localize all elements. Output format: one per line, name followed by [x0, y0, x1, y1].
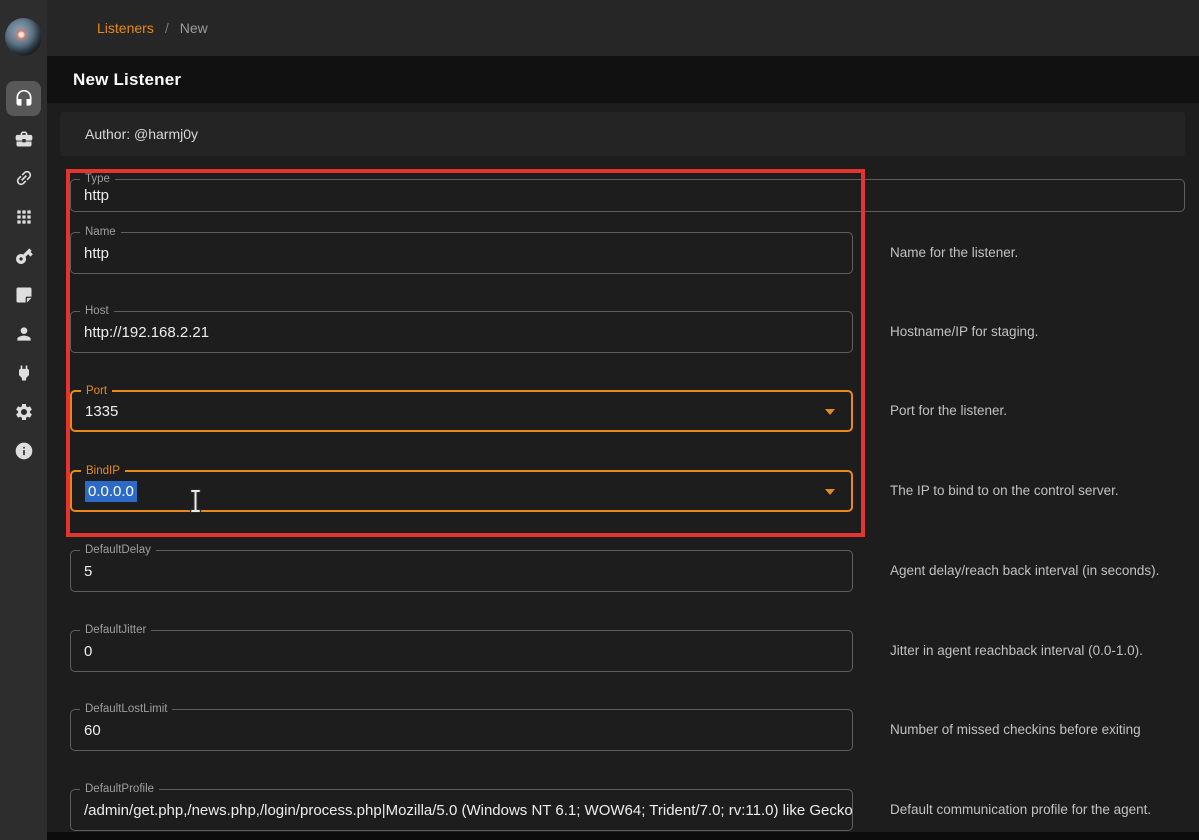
bindip-value: 0.0.0.0 — [85, 472, 137, 510]
info-icon — [14, 441, 34, 461]
breadcrumb: Listeners / New — [97, 0, 208, 56]
headset-icon — [14, 89, 34, 109]
title-band: New Listener — [47, 56, 1199, 103]
sidebar — [0, 0, 47, 840]
gear-icon — [14, 402, 34, 422]
defaultdelay-value: 5 — [84, 551, 92, 591]
breadcrumb-current: New — [180, 20, 208, 36]
name-value: http — [84, 233, 109, 273]
defaultjitter-value: 0 — [84, 631, 92, 671]
briefcase-icon — [14, 129, 34, 149]
app-logo — [5, 18, 42, 56]
sidebar-item-person[interactable] — [0, 317, 47, 351]
defaultdelay-help-text: Agent delay/reach back interval (in seco… — [890, 562, 1190, 580]
sidebar-item-grid[interactable] — [0, 200, 47, 234]
top-bar: Listeners / New — [47, 0, 1199, 56]
next-section-edge — [47, 832, 1199, 840]
author-text: Author: @harmj0y — [85, 126, 198, 142]
bindip-field[interactable]: BindIP 0.0.0.0 — [70, 470, 853, 512]
sidebar-item-listeners[interactable] — [6, 81, 41, 116]
port-value: 1335 — [85, 392, 118, 430]
sidebar-item-link[interactable] — [0, 161, 47, 195]
bindip-selected-text: 0.0.0.0 — [85, 481, 137, 502]
defaultlostlimit-field[interactable]: DefaultLostLimit 60 — [70, 709, 853, 751]
type-field[interactable]: Type http — [70, 179, 1185, 212]
defaultprofile-field[interactable]: DefaultProfile /admin/get.php,/news.php,… — [70, 789, 853, 831]
defaultjitter-help-text: Jitter in agent reachback interval (0.0-… — [890, 642, 1190, 660]
host-help-text: Hostname/IP for staging. — [890, 323, 1190, 341]
person-icon — [14, 324, 34, 344]
sidebar-item-plug[interactable] — [0, 356, 47, 390]
name-field[interactable]: Name http — [70, 232, 853, 274]
author-card: Author: @harmj0y — [60, 112, 1185, 156]
bindip-help-text: The IP to bind to on the control server. — [890, 482, 1190, 500]
port-help-text: Port for the listener. — [890, 402, 1190, 420]
note-icon — [14, 285, 34, 305]
link-icon — [9, 164, 37, 192]
key-icon — [9, 242, 37, 270]
defaultlostlimit-value: 60 — [84, 710, 101, 750]
sidebar-item-gear[interactable] — [0, 395, 47, 429]
sidebar-item-info[interactable] — [0, 434, 47, 468]
type-value: http — [84, 180, 109, 211]
bindip-dropdown-caret-icon[interactable] — [825, 489, 835, 495]
sidebar-item-briefcase[interactable] — [0, 122, 47, 156]
sidebar-item-key[interactable] — [0, 239, 47, 273]
name-help-text: Name for the listener. — [890, 244, 1190, 262]
defaultlostlimit-help-text: Number of missed checkins before exiting — [890, 721, 1190, 739]
sidebar-item-note[interactable] — [0, 278, 47, 312]
defaultjitter-field[interactable]: DefaultJitter 0 — [70, 630, 853, 672]
defaultdelay-field[interactable]: DefaultDelay 5 — [70, 550, 853, 592]
host-value: http://192.168.2.21 — [84, 312, 209, 352]
defaultprofile-help-text: Default communication profile for the ag… — [890, 801, 1190, 819]
defaultprofile-value: /admin/get.php,/news.php,/login/process.… — [84, 790, 853, 830]
page-title: New Listener — [73, 70, 181, 90]
app-window: Listeners / New New Listener Author: @ha… — [0, 0, 1199, 840]
port-field[interactable]: Port 1335 — [70, 390, 853, 432]
grid-icon — [14, 207, 34, 227]
plug-icon — [14, 363, 34, 383]
breadcrumb-separator: / — [165, 20, 169, 36]
host-field[interactable]: Host http://192.168.2.21 — [70, 311, 853, 353]
breadcrumb-listeners-link[interactable]: Listeners — [97, 20, 154, 36]
port-dropdown-caret-icon[interactable] — [825, 409, 835, 415]
